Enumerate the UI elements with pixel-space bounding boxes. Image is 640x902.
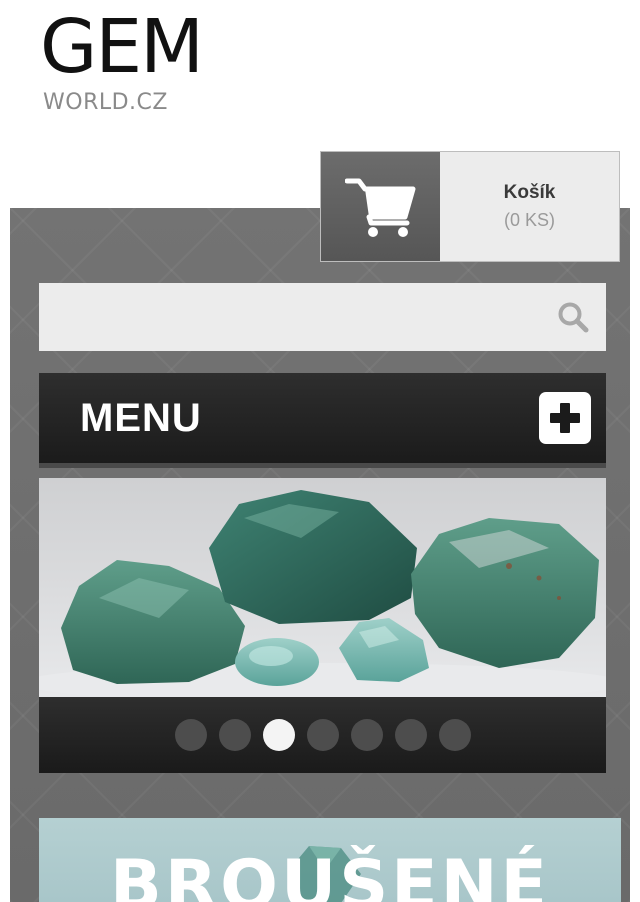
slider-dot-3[interactable] xyxy=(262,719,295,751)
category-banner[interactable]: BROUŠENÉ xyxy=(39,818,621,902)
slider-dot-7[interactable] xyxy=(438,719,471,751)
cart-count: (0 KS) xyxy=(503,210,555,230)
cart-info: Košík (0 KS) xyxy=(440,152,619,261)
image-slider xyxy=(39,478,606,773)
slider-pagination xyxy=(39,697,606,773)
plus-icon[interactable] xyxy=(539,392,591,444)
cart-button[interactable]: Košík (0 KS) xyxy=(320,151,620,262)
gemstones-photo xyxy=(39,490,606,697)
cart-icon-container xyxy=(321,152,440,261)
search-box xyxy=(39,283,606,351)
shopping-cart-icon xyxy=(344,178,415,237)
search-icon[interactable] xyxy=(556,300,590,334)
slider-dot-6[interactable] xyxy=(394,719,427,751)
slider-dot-2[interactable] xyxy=(218,719,251,751)
site-logo[interactable]: GEM xyxy=(40,4,204,90)
menu-label: MENU xyxy=(80,395,202,440)
search-input[interactable] xyxy=(39,283,606,351)
cart-label: Košík xyxy=(503,182,556,203)
menu-toggle-bar[interactable]: MENU xyxy=(39,373,606,468)
site-logo-subtitle: WORLD.CZ xyxy=(43,90,168,115)
slider-dot-4[interactable] xyxy=(306,719,339,751)
slider-dot-1[interactable] xyxy=(174,719,207,751)
slider-dot-5[interactable] xyxy=(350,719,383,751)
banner-title: BROUŠENÉ xyxy=(109,846,550,902)
slide-image[interactable] xyxy=(39,478,606,697)
